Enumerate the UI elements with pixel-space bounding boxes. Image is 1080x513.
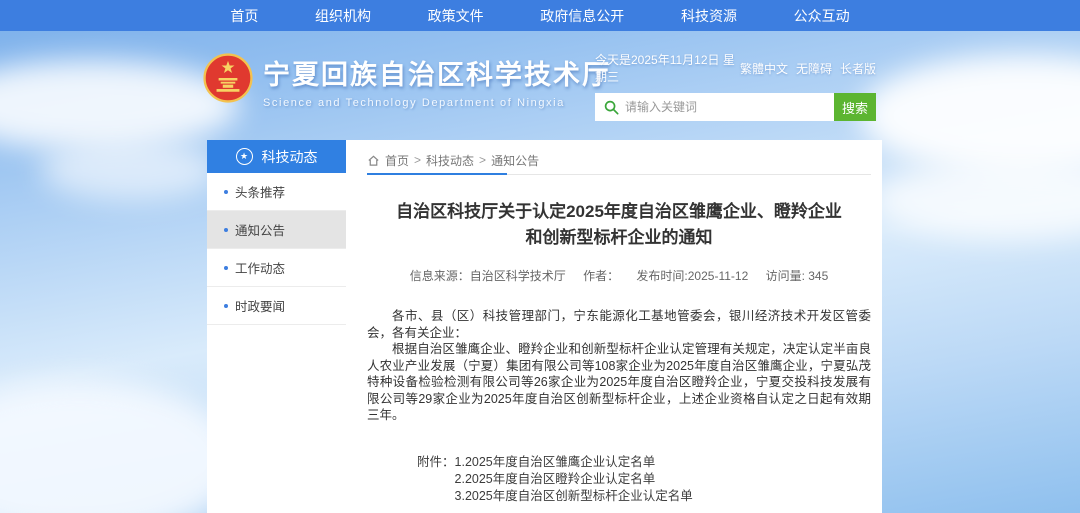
site-header: 宁夏回族自治区科学技术厅 Science and Technology Depa… [0,31,1080,140]
cloud-decoration [40,140,220,200]
nav-item-home[interactable]: 首页 [230,6,258,26]
bullet-dot-icon [224,304,228,308]
site-title: 宁夏回族自治区科学技术厅 [263,53,611,92]
article-paragraph: 各市、县（区）科技管理部门，宁东能源化工基地管委会，银川经济技术开发区管委会，各… [367,308,871,341]
search-button[interactable]: 搜索 [834,93,876,121]
article-title: 自治区科技厅关于认定2025年度自治区雏鹰企业、瞪羚企业 和创新型标杆企业的通知 [367,199,871,251]
breadcrumb-divider [367,173,871,175]
article: 自治区科技厅关于认定2025年度自治区雏鹰企业、瞪羚企业 和创新型标杆企业的通知… [367,199,871,505]
sidebar-item-label: 工作动态 [235,258,285,277]
top-navigation: 首页 组织机构 政策文件 政府信息公开 科技资源 公众互动 [0,0,1080,31]
search-icon [604,100,619,115]
bullet-dot-icon [224,190,228,194]
article-paragraph: 根据自治区雏鹰企业、瞪羚企业和创新型标杆企业认定管理有关规定，决定认定半亩良人农… [367,341,871,424]
breadcrumb-separator: > [414,153,421,167]
content-panel: ★ 科技动态 头条推荐 通知公告 工作动态 时政要闻 首页 > 科技动 [207,140,882,513]
sidebar-item-label: 头条推荐 [235,182,285,201]
attachments: 附件： 1.2025年度自治区雏鹰企业认定名单 2.2025年度自治区瞪羚企业认… [367,454,871,505]
attachments-label: 附件： [417,454,455,505]
breadcrumb-home[interactable]: 首页 [385,152,409,169]
article-meta: 信息来源：自治区科学技术厅 作者： 发布时间:2025-11-12 访问量: 3… [367,267,871,284]
cloud-decoration [0,380,240,513]
attachment-link-2[interactable]: 2.2025年度自治区瞪羚企业认定名单 [455,471,693,488]
nav-item-policy[interactable]: 政策文件 [428,6,484,26]
link-elder-version[interactable]: 长者版 [840,60,876,77]
breadcrumb-separator: > [479,153,486,167]
meta-author: 作者： [583,269,619,283]
nav-item-public-interaction[interactable]: 公众互动 [794,6,850,26]
link-accessibility[interactable]: 无障碍 [796,60,832,77]
meta-publish-time: 发布时间:2025-11-12 [636,269,748,283]
sidebar-header: ★ 科技动态 [207,140,346,173]
sidebar-item-headline[interactable]: 头条推荐 [207,173,346,211]
search-input[interactable] [625,100,825,114]
link-traditional-chinese[interactable]: 繁體中文 [740,60,788,77]
dynamics-star-icon: ★ [236,148,253,165]
cloud-decoration [870,160,1080,240]
article-body: 各市、县（区）科技管理部门，宁东能源化工基地管委会，银川经济技术开发区管委会，各… [367,308,871,424]
meta-visits: 访问量: 345 [766,269,829,283]
meta-source: 信息来源：自治区科学技术厅 [410,269,566,283]
current-date-text: 今天是2025年11月12日 星期三 [595,51,740,85]
bullet-dot-icon [224,228,228,232]
sidebar-item-current-politics[interactable]: 时政要闻 [207,287,346,325]
search-box [595,93,834,121]
sidebar-item-label: 通知公告 [235,220,285,239]
attachment-link-1[interactable]: 1.2025年度自治区雏鹰企业认定名单 [455,454,693,471]
bullet-dot-icon [224,266,228,270]
site-logo-link[interactable]: 宁夏回族自治区科学技术厅 Science and Technology Depa… [203,53,611,109]
site-subtitle: Science and Technology Department of Nin… [263,97,611,109]
national-emblem-icon [203,53,253,103]
sidebar-item-work-dynamics[interactable]: 工作动态 [207,249,346,287]
nav-item-sci-resources[interactable]: 科技资源 [681,6,737,26]
home-icon [367,154,380,167]
attachment-link-3[interactable]: 3.2025年度自治区创新型标杆企业认定名单 [455,488,693,505]
breadcrumb: 首页 > 科技动态 > 通知公告 [367,150,871,170]
sidebar-item-notices[interactable]: 通知公告 [207,211,346,249]
nav-item-gov-info[interactable]: 政府信息公开 [540,6,624,26]
breadcrumb-notices[interactable]: 通知公告 [491,152,539,169]
sidebar-title: 科技动态 [262,147,318,167]
sidebar-item-label: 时政要闻 [235,296,285,315]
breadcrumb-sci-dynamics[interactable]: 科技动态 [426,152,474,169]
nav-item-organization[interactable]: 组织机构 [315,6,371,26]
sidebar: ★ 科技动态 头条推荐 通知公告 工作动态 时政要闻 [207,140,346,325]
main-content: 首页 > 科技动态 > 通知公告 自治区科技厅关于认定2025年度自治区雏鹰企业… [367,150,871,505]
